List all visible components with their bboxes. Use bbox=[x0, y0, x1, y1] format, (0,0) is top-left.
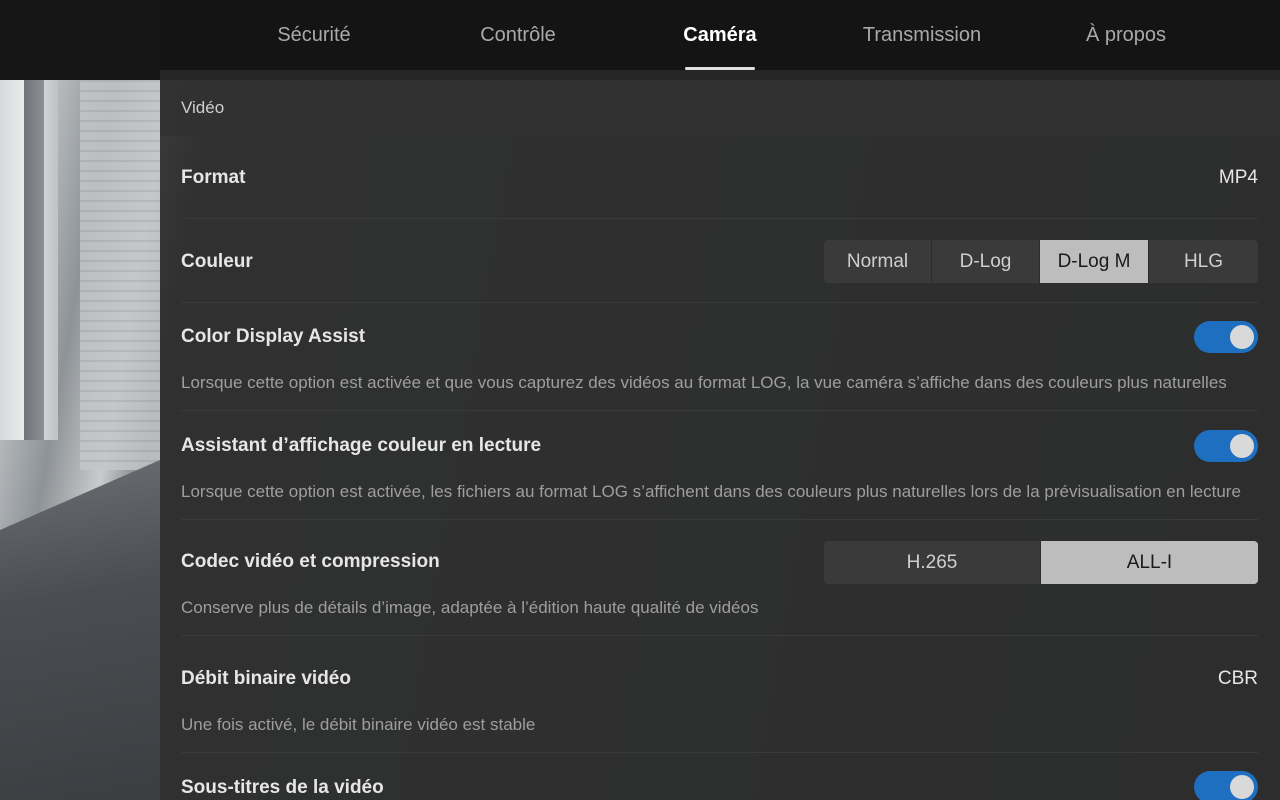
bitrate-value[interactable]: CBR bbox=[1218, 668, 1258, 690]
section-header-video: Vidéo bbox=[160, 80, 1280, 136]
format-title: Format bbox=[181, 167, 246, 188]
couleur-option-normal[interactable]: Normal bbox=[824, 240, 932, 283]
couleur-title: Couleur bbox=[181, 251, 253, 272]
couleur-segmented-control[interactable]: Normal D-Log D-Log M HLG bbox=[824, 240, 1258, 283]
tab-controle[interactable]: Contrôle bbox=[468, 0, 568, 70]
background-pillar bbox=[24, 80, 44, 440]
subtitles-toggle[interactable] bbox=[1194, 771, 1258, 800]
toggle-knob bbox=[1230, 775, 1254, 799]
color-display-assist-toggle[interactable] bbox=[1194, 321, 1258, 353]
toggle-knob bbox=[1230, 325, 1254, 349]
couleur-option-dlogm[interactable]: D-Log M bbox=[1040, 240, 1149, 283]
couleur-option-hlg[interactable]: HLG bbox=[1149, 240, 1258, 283]
playback-assist-title: Assistant d’affichage couleur en lecture bbox=[181, 435, 542, 456]
section-title: Vidéo bbox=[181, 98, 225, 117]
background-brick-wall bbox=[80, 80, 160, 470]
divider bbox=[181, 635, 1258, 636]
bitrate-description: Une fois activé, le débit binaire vidéo … bbox=[181, 715, 536, 734]
tab-label: Transmission bbox=[862, 23, 982, 46]
bitrate-title: Débit binaire vidéo bbox=[181, 668, 351, 689]
subtitles-title: Sous-titres de la vidéo bbox=[181, 777, 384, 798]
tab-label: Sécurité bbox=[277, 23, 351, 46]
divider bbox=[181, 752, 1258, 753]
format-value[interactable]: MP4 bbox=[1219, 167, 1258, 189]
couleur-option-dlog[interactable]: D-Log bbox=[932, 240, 1040, 283]
playback-assist-description: Lorsque cette option est activée, les fi… bbox=[181, 482, 1241, 501]
divider bbox=[181, 410, 1258, 411]
divider bbox=[181, 519, 1258, 520]
topbar-left-area bbox=[0, 0, 160, 80]
camera-settings-panel[interactable]: Vidéo Format MP4 Couleur Normal D-Log D-… bbox=[160, 70, 1280, 800]
tab-securite[interactable]: Sécurité bbox=[264, 0, 364, 70]
codec-option-all-i[interactable]: ALL-I bbox=[1041, 541, 1258, 584]
tab-label: Caméra bbox=[683, 23, 757, 46]
tab-label: À propos bbox=[1085, 23, 1167, 46]
background-floor bbox=[0, 460, 160, 800]
playback-assist-toggle[interactable] bbox=[1194, 430, 1258, 462]
tab-transmission[interactable]: Transmission bbox=[852, 0, 992, 70]
codec-option-h265[interactable]: H.265 bbox=[824, 541, 1041, 584]
toggle-knob bbox=[1230, 434, 1254, 458]
settings-tabbar: Sécurité Contrôle Caméra Transmission À … bbox=[160, 0, 1280, 70]
tab-a-propos[interactable]: À propos bbox=[1066, 0, 1186, 70]
divider bbox=[181, 218, 1258, 219]
tab-camera[interactable]: Caméra bbox=[670, 0, 770, 70]
color-display-assist-description: Lorsque cette option est activée et que … bbox=[181, 373, 1227, 392]
codec-description: Conserve plus de détails d’image, adapté… bbox=[181, 598, 759, 617]
tab-label: Contrôle bbox=[480, 23, 556, 46]
codec-title: Codec vidéo et compression bbox=[181, 551, 440, 572]
divider bbox=[181, 302, 1258, 303]
codec-segmented-control[interactable]: H.265 ALL-I bbox=[824, 541, 1258, 584]
color-display-assist-title: Color Display Assist bbox=[181, 326, 366, 347]
